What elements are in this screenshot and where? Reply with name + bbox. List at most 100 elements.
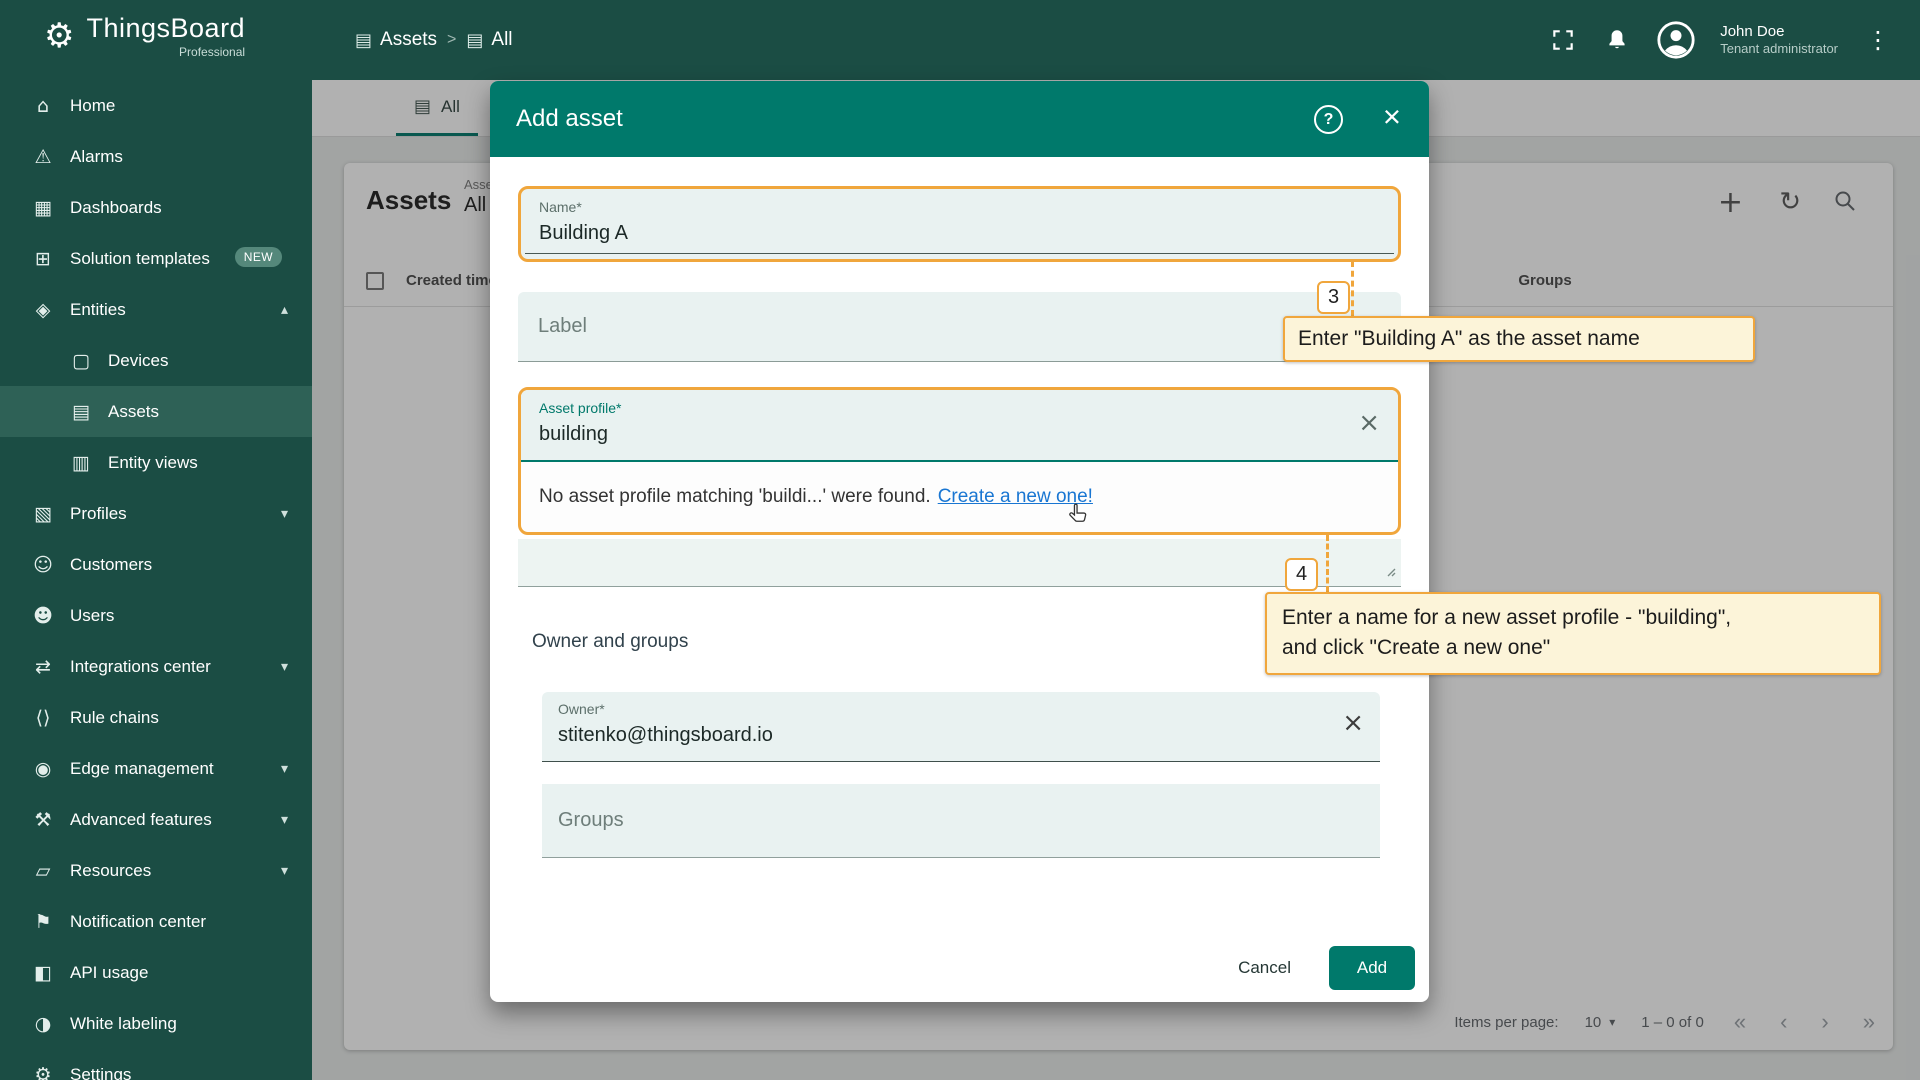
sidebar-item-label: Solution templates (70, 249, 210, 269)
breadcrumb-all[interactable]: ▤ All (466, 29, 512, 51)
breadcrumb-assets[interactable]: ▤ Assets (355, 29, 437, 51)
sidebar-item-notification-center[interactable]: ⚑Notification center (0, 896, 312, 947)
no-match-text: No asset profile matching 'buildi...' we… (539, 486, 931, 508)
sidebar-item-white-labeling[interactable]: ◑ White labeling (0, 998, 312, 1049)
pointer-hand-icon (1066, 502, 1092, 528)
entities-icon: ◈ (26, 299, 60, 321)
sidebar-item-solution-templates[interactable]: ⊞ Solution templates NEW (0, 233, 312, 284)
sidebar-item-label: White labeling (70, 1014, 177, 1034)
sidebar-item-label: Users (70, 606, 114, 626)
callout4-connector-line (1326, 535, 1329, 592)
sidebar-item-advanced-features[interactable]: ⚒Advanced features▾ (0, 794, 312, 845)
asset-profile-input[interactable] (539, 423, 1328, 446)
sidebar-item-customers[interactable]: ☺Customers (0, 539, 312, 590)
sidebar-item-label: Rule chains (70, 708, 159, 728)
integrations-center-icon: ⇄ (26, 656, 60, 678)
breadcrumb: ▤ Assets > ▤ All (355, 0, 513, 80)
rule-chains-icon: ⟨⟩ (26, 707, 60, 729)
user-avatar[interactable] (1656, 20, 1696, 60)
groups-input[interactable] (558, 784, 1312, 857)
sidebar-item-alarms[interactable]: ⚠Alarms (0, 131, 312, 182)
user-name: John Doe (1720, 22, 1838, 42)
label-field[interactable] (518, 292, 1401, 362)
owner-input[interactable] (558, 724, 1312, 747)
sidebar-item-label: Entities (70, 300, 126, 320)
assets-icon: ▤ (64, 401, 98, 423)
help-button[interactable]: ? (1314, 105, 1343, 134)
notifications-button[interactable] (1602, 25, 1632, 55)
chevron-down-icon: ▾ (281, 761, 288, 777)
sidebar-item-integrations-center[interactable]: ⇄Integrations center▾ (0, 641, 312, 692)
chevron-up-icon: ▴ (281, 302, 288, 318)
owner-groups-section-title: Owner and groups (532, 631, 688, 653)
entity-views-icon: ▥ (64, 452, 98, 474)
breadcrumb-assets-label: Assets (380, 29, 437, 51)
dialog-title: Add asset (516, 105, 623, 133)
sidebar-item-label: Customers (70, 555, 152, 575)
callout3-connector-line (1351, 261, 1354, 316)
owner-field[interactable]: Owner* × (542, 692, 1380, 762)
breadcrumb-all-label: All (491, 29, 512, 51)
name-input[interactable] (539, 222, 1328, 245)
sidebar-item-label: Entity views (108, 453, 198, 473)
sidebar-item-entities[interactable]: ◈ Entities ▴ (0, 284, 312, 335)
asset-profile-field[interactable]: Asset profile* × (521, 390, 1398, 462)
more-options-button[interactable]: ⋮ (1862, 26, 1894, 54)
devices-icon: ▢ (64, 350, 98, 372)
callout4-line1: Enter a name for a new asset profile - "… (1282, 603, 1864, 633)
sidebar-item-label: Dashboards (70, 198, 162, 218)
close-icon[interactable]: × (1383, 101, 1401, 132)
profiles-icon: ▧ (26, 503, 60, 525)
bell-icon (1604, 27, 1630, 53)
sidebar-item-rule-chains[interactable]: ⟨⟩ Rule chains (0, 692, 312, 743)
sidebar-item-resources[interactable]: ▱Resources▾ (0, 845, 312, 896)
description-field[interactable] (518, 539, 1401, 587)
callout3-text-box: Enter "Building A" as the asset name (1283, 316, 1755, 362)
sidebar-item-label: Edge management (70, 759, 214, 779)
sidebar-item-label: Advanced features (70, 810, 212, 830)
resize-handle-icon[interactable] (1383, 564, 1396, 582)
sidebar-item-api-usage[interactable]: ◧ API usage (0, 947, 312, 998)
sidebar-item-users[interactable]: ☻Users (0, 590, 312, 641)
sidebar-item-label: Settings (70, 1065, 131, 1080)
topbar-actions: John Doe Tenant administrator ⋮ (1548, 0, 1894, 80)
sidebar-item-profiles[interactable]: ▧Profiles▾ (0, 488, 312, 539)
sidebar-item-assets[interactable]: ▤ Assets (0, 386, 312, 437)
sidebar-item-label: API usage (70, 963, 148, 983)
notification-center-icon: ⚑ (26, 911, 60, 933)
sidebar-item-devices[interactable]: ▢Devices (0, 335, 312, 386)
app-root: ⚙ ThingsBoard Professional ▤ Assets > ▤ … (0, 0, 1920, 1080)
sidebar-item-settings[interactable]: ⚙Settings (0, 1049, 312, 1080)
clear-owner-icon[interactable]: × (1342, 710, 1364, 736)
fullscreen-button[interactable] (1548, 25, 1578, 55)
callout4-step-badge: 4 (1285, 558, 1318, 591)
api-usage-icon: ◧ (26, 962, 60, 984)
sidebar-item-label: Home (70, 96, 115, 116)
sidebar-item-dashboards[interactable]: ▦Dashboards (0, 182, 312, 233)
name-field[interactable]: Name* (518, 186, 1401, 262)
white-labeling-icon: ◑ (26, 1013, 60, 1035)
solution-templates-icon: ⊞ (26, 248, 60, 270)
name-field-label: Name* (539, 199, 582, 215)
sidebar-item-entity-views[interactable]: ▥ Entity views (0, 437, 312, 488)
name-field-underline (525, 253, 1394, 254)
cancel-button[interactable]: Cancel (1222, 948, 1307, 988)
user-role: Tenant administrator (1720, 41, 1838, 58)
add-button[interactable]: Add (1329, 946, 1415, 990)
sidebar-nav: ⌂Home⚠Alarms▦Dashboards ⊞ Solution templat… (0, 80, 312, 1080)
chevron-down-icon: ▾ (281, 659, 288, 675)
sidebar-item-label: Resources (70, 861, 151, 881)
clear-profile-icon[interactable]: × (1358, 410, 1380, 436)
sidebar-item-home[interactable]: ⌂Home (0, 80, 312, 131)
dialog-footer: Cancel Add (490, 943, 1429, 993)
brand-logo[interactable]: ⚙ ThingsBoard Professional (44, 14, 245, 59)
label-input[interactable] (538, 292, 1333, 361)
user-menu[interactable]: John Doe Tenant administrator (1720, 22, 1838, 58)
new-badge: NEW (235, 247, 282, 267)
sidebar-item-edge-management[interactable]: ◉Edge management▾ (0, 743, 312, 794)
add-asset-dialog: Add asset ? × Name* Asset profile* × No … (490, 81, 1429, 1002)
chevron-down-icon: ▾ (281, 812, 288, 828)
groups-field[interactable] (542, 784, 1380, 858)
logo-gear-icon: ⚙ (44, 16, 74, 56)
sidebar-item-label: Assets (108, 402, 159, 422)
